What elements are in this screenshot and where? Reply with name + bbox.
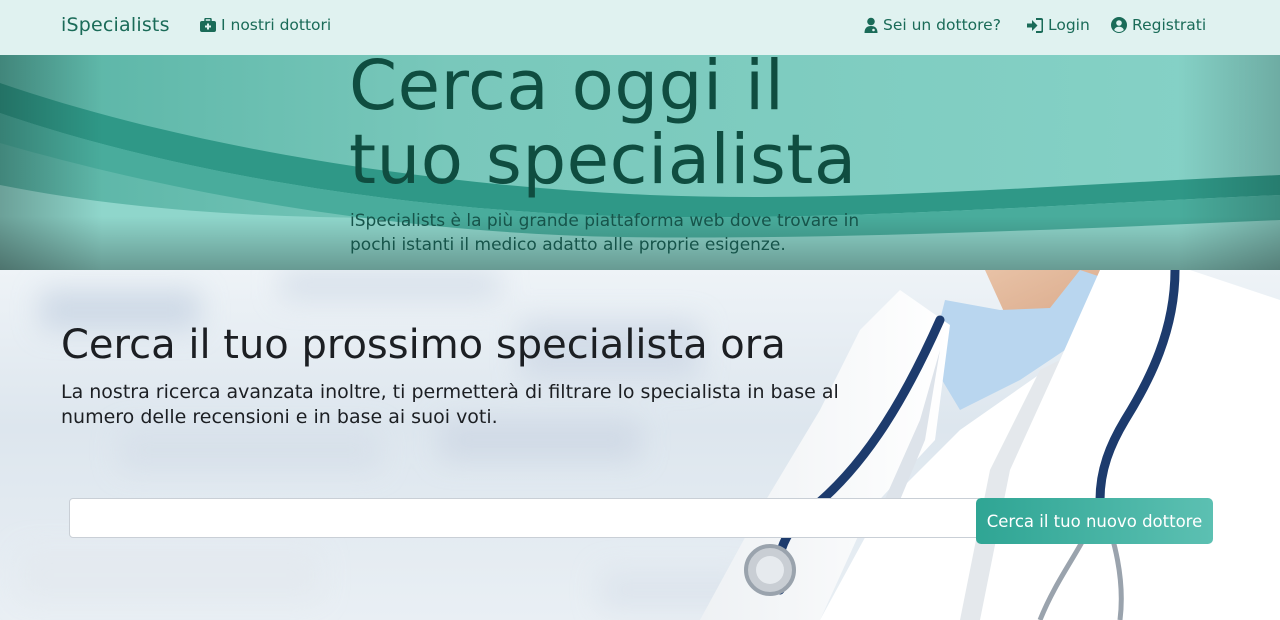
user-doctor-icon: [864, 17, 878, 33]
doctor-search-input[interactable]: [69, 498, 979, 538]
medical-kit-icon: [200, 18, 216, 32]
hero-title-line2: tuo specialista: [349, 120, 857, 200]
navbar: iSpecialists I nostri dottori Sei un dot…: [0, 0, 1280, 55]
brand-logo[interactable]: iSpecialists: [61, 14, 170, 36]
nav-link-label: Registrati: [1132, 16, 1207, 34]
nav-link-label: Sei un dottore?: [883, 16, 1001, 34]
search-section: Cerca il tuo prossimo specialista ora La…: [0, 270, 1280, 620]
hero-title: Cerca oggi il tuo specialista: [349, 55, 949, 197]
hero-subtitle: iSpecialists è la più grande piattaforma…: [350, 211, 860, 255]
nav-link-label: Login: [1048, 16, 1090, 34]
sign-in-icon: [1026, 17, 1043, 33]
hero-banner: Cerca oggi il tuo specialista iSpecialis…: [0, 55, 1280, 270]
user-circle-icon: [1111, 17, 1127, 33]
hero-title-line1: Cerca oggi il: [349, 55, 785, 126]
nav-link-label: I nostri dottori: [221, 16, 332, 34]
nav-link-login[interactable]: Login: [1026, 16, 1090, 34]
nav-link-our-doctors[interactable]: I nostri dottori: [200, 16, 331, 34]
nav-link-are-you-doctor[interactable]: Sei un dottore?: [864, 16, 1001, 34]
search-title: Cerca il tuo prossimo specialista ora: [61, 322, 786, 368]
search-doctor-button[interactable]: Cerca il tuo nuovo dottore: [976, 498, 1213, 544]
search-description: La nostra ricerca avanzata inoltre, ti p…: [61, 381, 839, 428]
nav-link-register[interactable]: Registrati: [1111, 16, 1206, 34]
